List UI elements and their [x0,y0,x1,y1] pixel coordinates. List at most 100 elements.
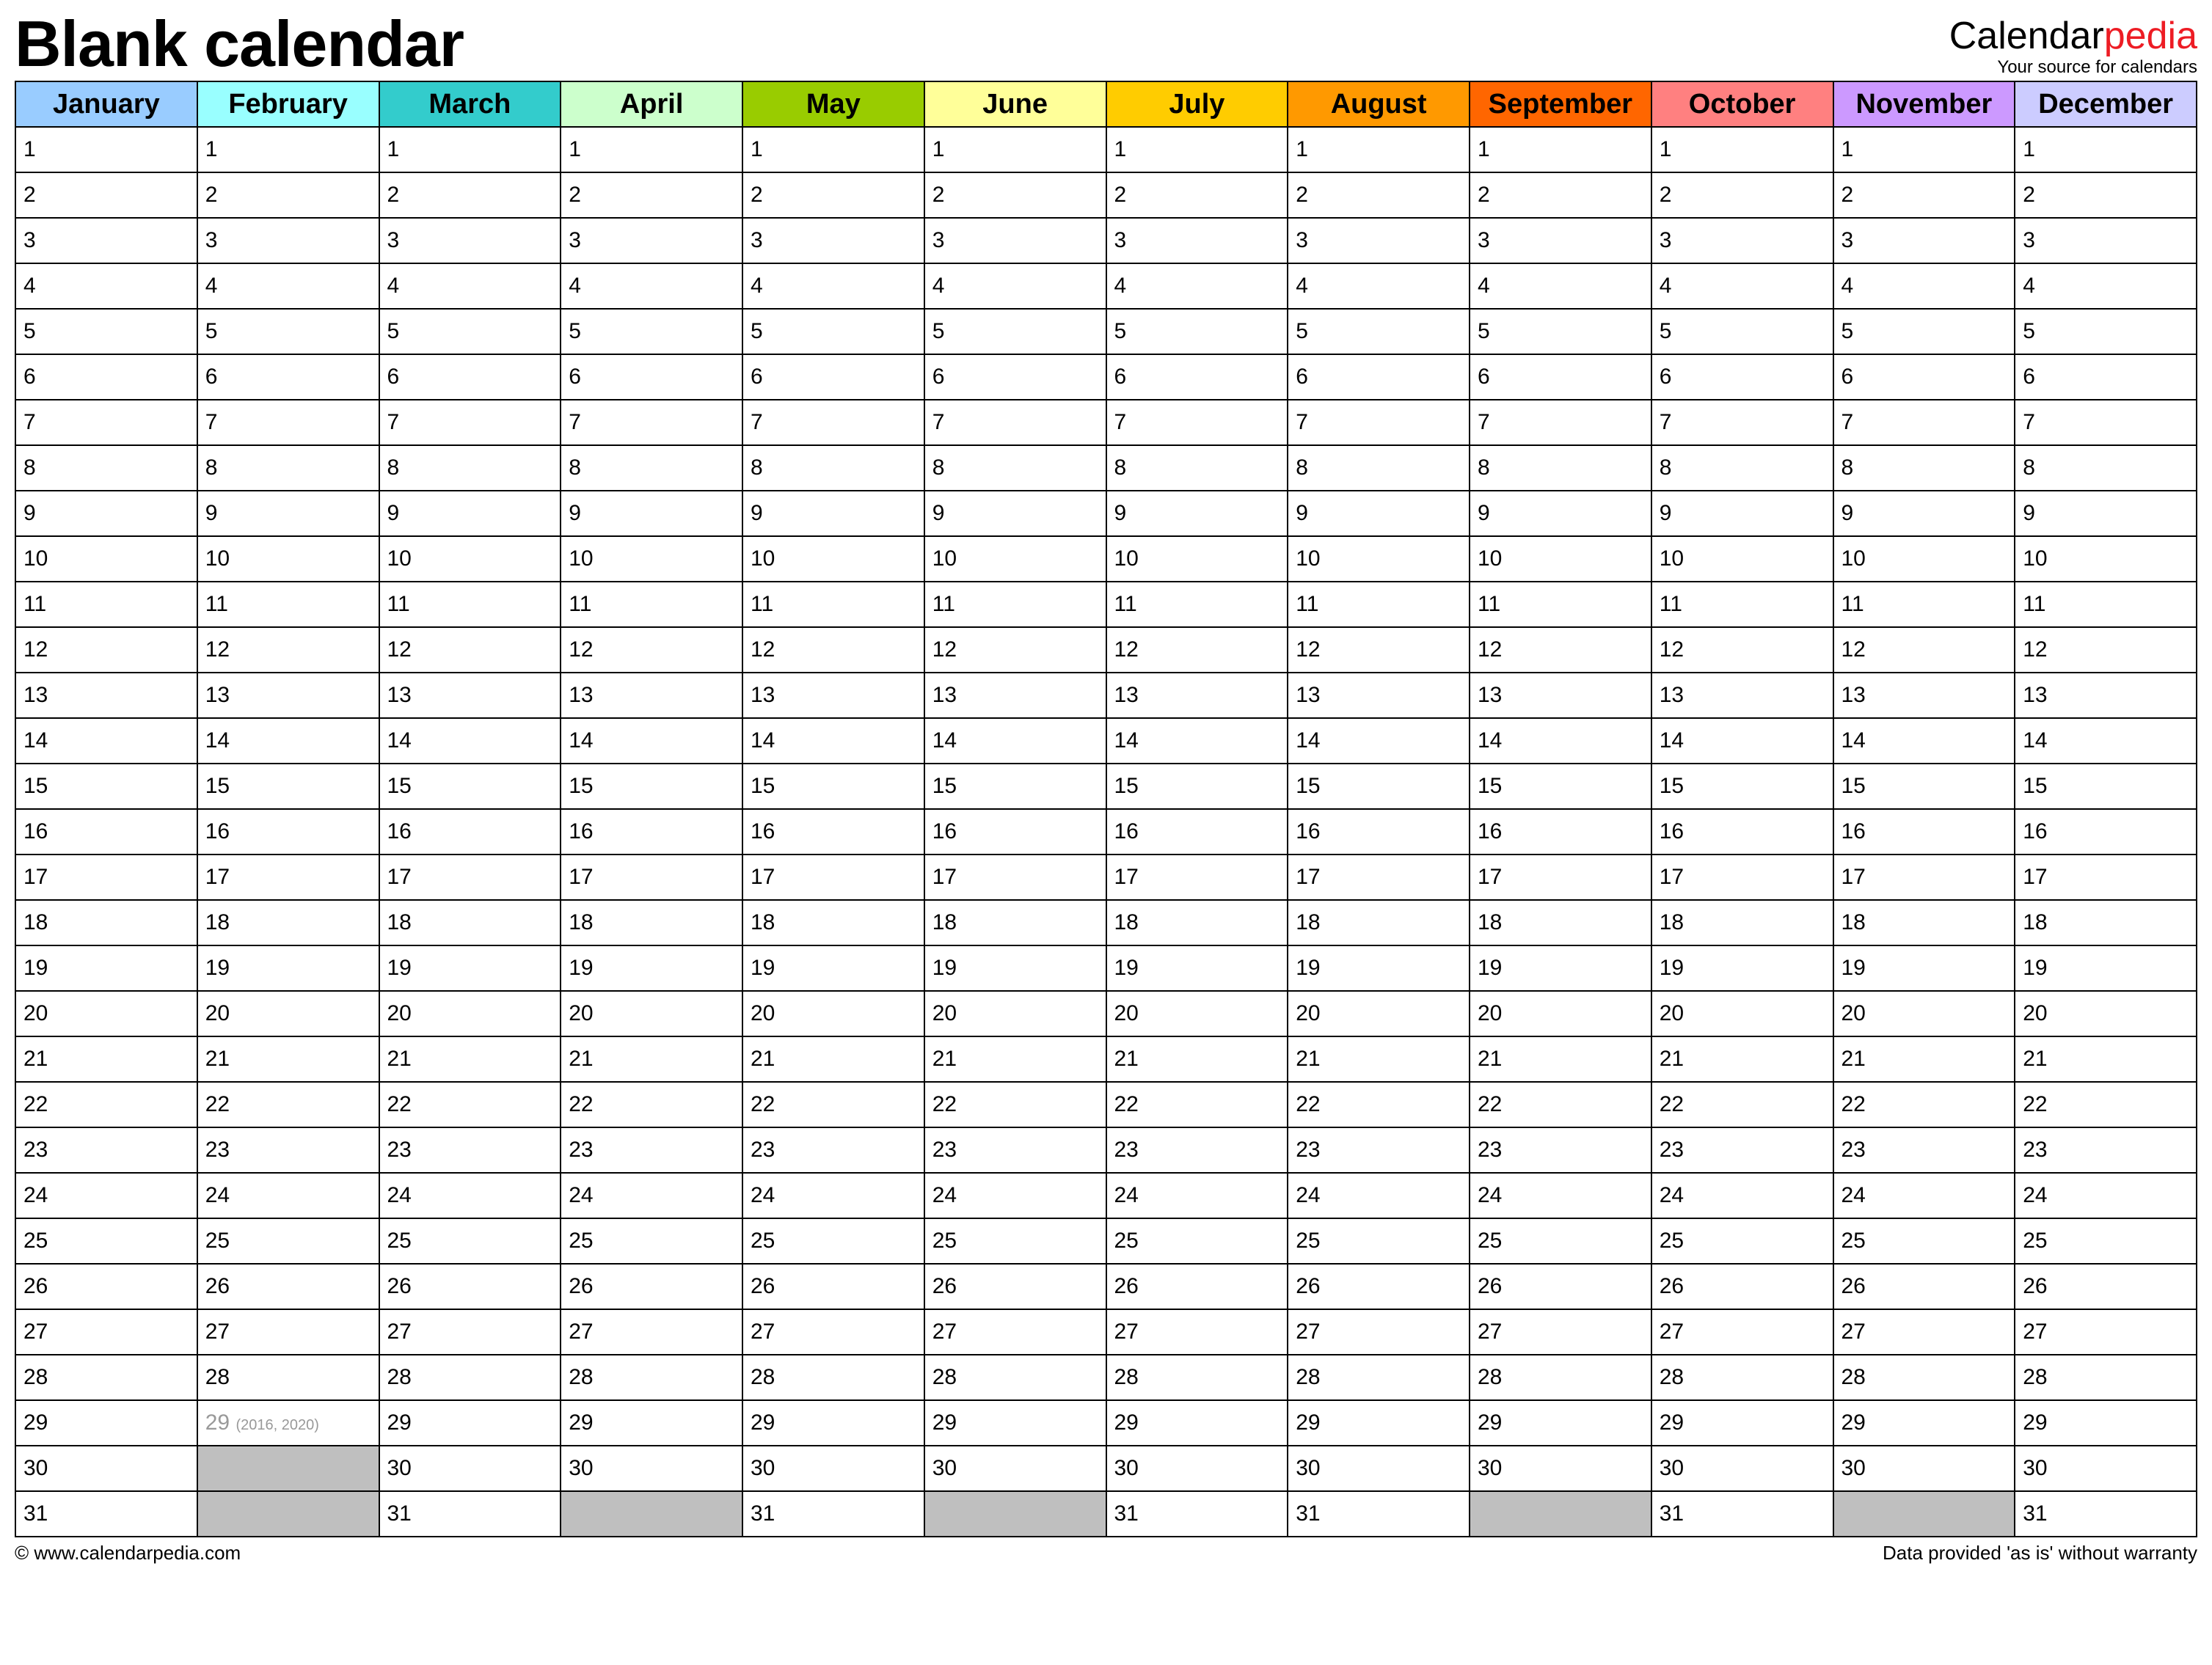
day-cell: 8 [561,445,742,491]
day-cell: 4 [1833,263,2015,309]
month-header: June [924,81,1106,127]
day-cell: 19 [379,945,561,991]
day-cell: 1 [197,127,379,172]
day-cell: 13 [1470,673,1651,718]
day-row: 191919191919191919191919 [15,945,2197,991]
day-cell: 20 [15,991,197,1036]
day-cell: 18 [561,900,742,945]
day-cell: 4 [1651,263,1833,309]
day-cell: 5 [561,309,742,354]
day-cell: 6 [924,354,1106,400]
day-cell: 18 [1833,900,2015,945]
day-cell: 1 [1833,127,2015,172]
day-cell: 13 [742,673,924,718]
day-cell: 18 [1470,900,1651,945]
day-cell: 16 [1833,809,2015,855]
day-cell: 15 [1833,764,2015,809]
day-cell: 24 [2015,1173,2197,1218]
day-cell: 7 [15,400,197,445]
day-cell: 9 [379,491,561,536]
day-cell: 10 [2015,536,2197,582]
day-cell: 14 [924,718,1106,764]
month-header: January [15,81,197,127]
day-cell: 10 [1288,536,1470,582]
day-cell: 13 [15,673,197,718]
day-cell: 25 [379,1218,561,1264]
day-cell: 19 [1470,945,1651,991]
day-cell: 5 [1470,309,1651,354]
footer: © www.calendarpedia.com Data provided 'a… [15,1542,2197,1565]
day-cell: 23 [1651,1127,1833,1173]
day-cell: 17 [197,855,379,900]
day-cell: 30 [15,1446,197,1491]
day-cell: 2 [197,172,379,218]
day-cell: 16 [1288,809,1470,855]
day-cell: 29 [1106,1400,1288,1446]
day-cell: 27 [1470,1309,1651,1355]
day-cell: 19 [197,945,379,991]
month-header: October [1651,81,1833,127]
day-cell: 27 [742,1309,924,1355]
day-cell: 8 [379,445,561,491]
month-header: September [1470,81,1651,127]
day-cell: 7 [1288,400,1470,445]
day-cell: 20 [1288,991,1470,1036]
day-cell [197,1446,379,1491]
day-cell: 8 [924,445,1106,491]
day-cell: 18 [379,900,561,945]
day-cell: 13 [379,673,561,718]
day-cell: 10 [379,536,561,582]
day-cell: 4 [742,263,924,309]
day-cell: 10 [15,536,197,582]
day-cell: 22 [1106,1082,1288,1127]
day-cell: 28 [924,1355,1106,1400]
day-row: 888888888888 [15,445,2197,491]
day-cell: 13 [1288,673,1470,718]
day-cell: 24 [561,1173,742,1218]
day-cell: 9 [15,491,197,536]
day-row: 111111111111 [15,127,2197,172]
day-cell: 10 [742,536,924,582]
day-row: 202020202020202020202020 [15,991,2197,1036]
day-cell: 2 [742,172,924,218]
day-cell: 9 [1651,491,1833,536]
day-cell: 26 [924,1264,1106,1309]
day-cell: 7 [1106,400,1288,445]
day-cell: 13 [1833,673,2015,718]
day-cell: 16 [1106,809,1288,855]
day-cell: 17 [1833,855,2015,900]
day-cell [1470,1491,1651,1537]
day-cell: 9 [2015,491,2197,536]
day-row: 262626262626262626262626 [15,1264,2197,1309]
day-cell: 3 [197,218,379,263]
day-cell: 2 [924,172,1106,218]
day-cell: 31 [2015,1491,2197,1537]
day-cell: 9 [1288,491,1470,536]
day-cell: 25 [15,1218,197,1264]
day-cell: 2 [1288,172,1470,218]
day-cell: 16 [379,809,561,855]
day-cell: 6 [1288,354,1470,400]
day-cell: 20 [1470,991,1651,1036]
day-cell: 24 [924,1173,1106,1218]
day-cell: 19 [1833,945,2015,991]
day-cell: 17 [924,855,1106,900]
day-cell: 29 [15,1400,197,1446]
day-cell: 15 [1470,764,1651,809]
day-cell: 23 [379,1127,561,1173]
day-row: 151515151515151515151515 [15,764,2197,809]
day-cell: 9 [924,491,1106,536]
day-cell: 2 [2015,172,2197,218]
day-cell: 16 [1651,809,1833,855]
day-cell: 9 [1470,491,1651,536]
day-row: 131313131313131313131313 [15,673,2197,718]
day-row: 333333333333 [15,218,2197,263]
page-title: Blank calendar [15,12,464,76]
day-cell: 10 [1833,536,2015,582]
day-cell: 27 [1106,1309,1288,1355]
day-cell: 10 [197,536,379,582]
day-cell: 14 [1470,718,1651,764]
day-cell: 2 [1106,172,1288,218]
month-header: December [2015,81,2197,127]
day-cell: 24 [1470,1173,1651,1218]
